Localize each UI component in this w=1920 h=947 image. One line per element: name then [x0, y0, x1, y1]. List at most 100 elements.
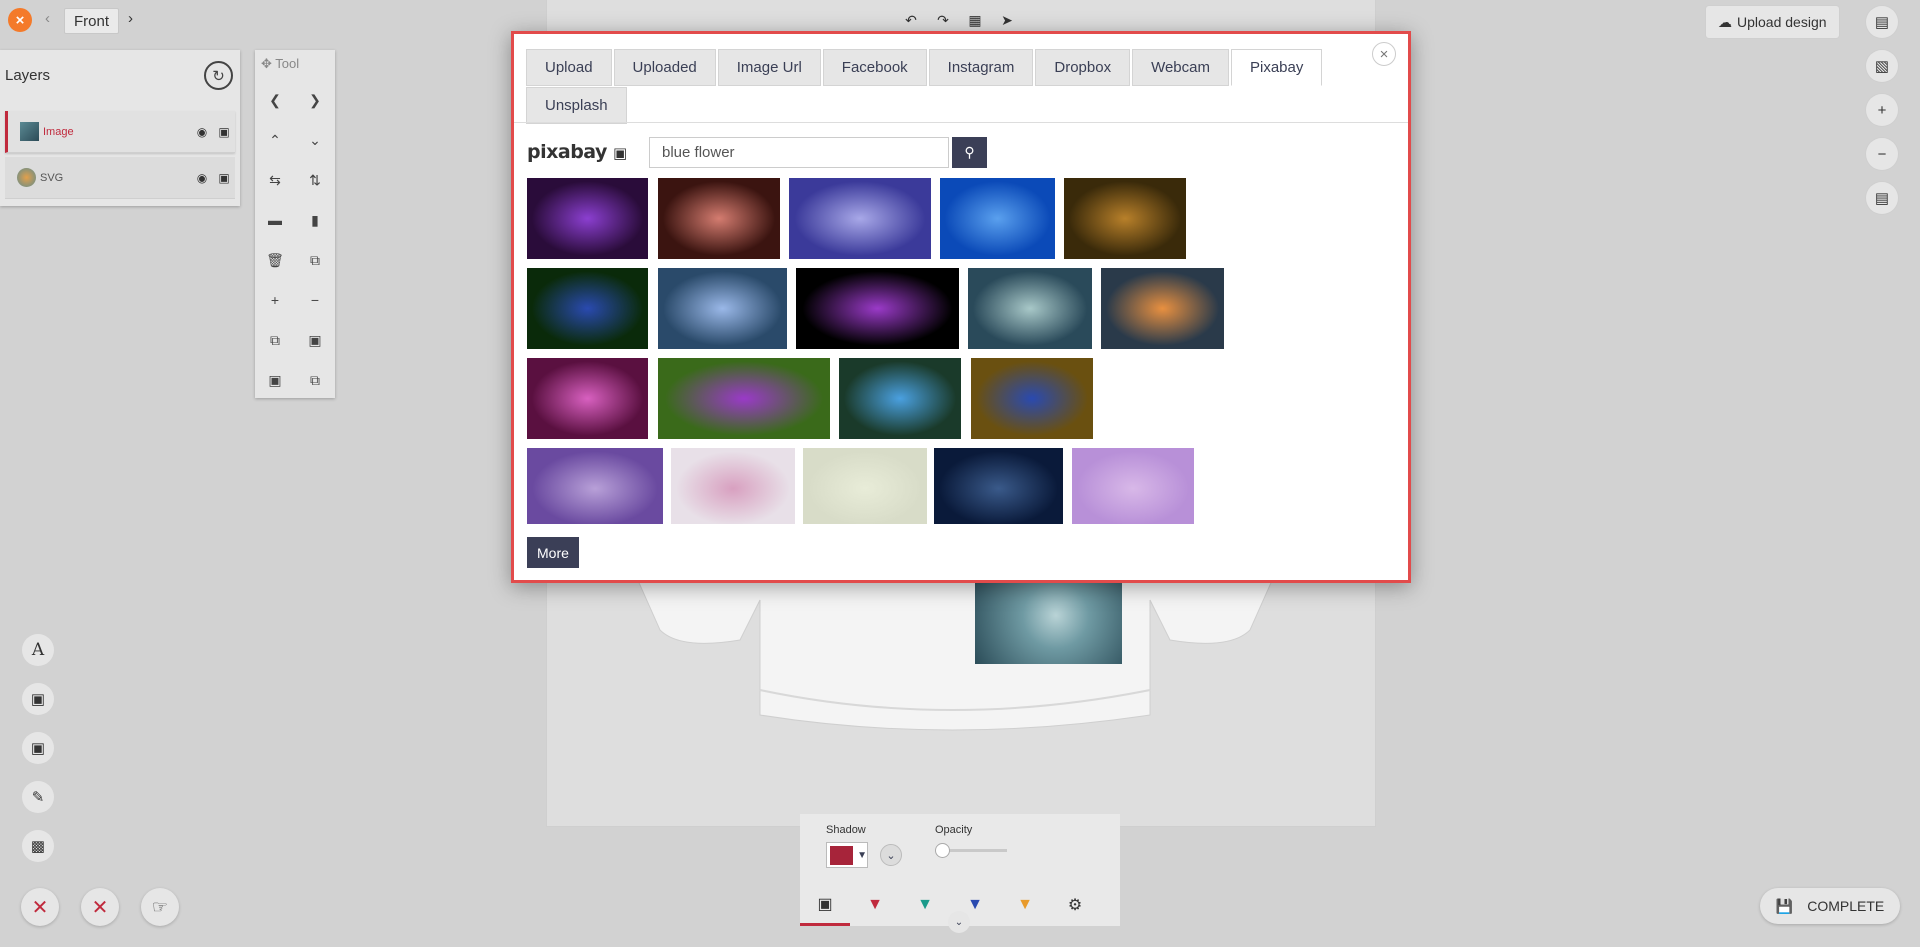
- tool-panel: ✥ Tool ❮ ❯ ⌃ ⌄ ⇆ ⇅ ▬ ▮ 🗑 ⧉ + − ⧉ ▣ ▣ ⧉: [255, 50, 335, 398]
- layer-item-svg[interactable]: SVG ◉ ▣: [5, 157, 235, 199]
- filter-red-icon[interactable]: ▼: [850, 884, 900, 926]
- align-center-icon[interactable]: ▬: [255, 200, 295, 240]
- pixabay-result-dark-blue-flower[interactable]: [934, 448, 1063, 524]
- close-icon[interactable]: ×: [1372, 42, 1396, 66]
- delete-icon[interactable]: ✕: [21, 888, 59, 926]
- eye-icon[interactable]: ◉: [191, 171, 213, 185]
- layer-item-image[interactable]: Image ◉ ▣: [5, 111, 235, 153]
- camera-tool-icon[interactable]: ▣: [22, 732, 54, 764]
- pixabay-result-purple-water-lily-black[interactable]: [796, 268, 959, 349]
- image-properties-panel: Shadow ▼ ⌄ Opacity ▣ ▼ ▼ ▼ ▼ ⚙: [800, 814, 1120, 926]
- pixabay-result-blue-cornflowers-bokeh[interactable]: [1064, 178, 1186, 259]
- pixabay-result-lavender-row[interactable]: [527, 448, 663, 524]
- flip-horizontal-icon[interactable]: ⇆: [255, 160, 295, 200]
- tab-unsplash[interactable]: Unsplash: [526, 87, 627, 124]
- save-icon: 💾: [1775, 897, 1794, 914]
- qr-code-icon[interactable]: ▩: [22, 830, 54, 862]
- upload-design-button[interactable]: ☁ Upload design: [1706, 6, 1839, 38]
- duplicate-icon[interactable]: ⧉: [295, 240, 335, 280]
- pixabay-result-blue-forget-me-not-closeup[interactable]: [839, 358, 961, 439]
- bring-front-icon[interactable]: ▣: [295, 320, 335, 360]
- upload-design-label: Upload design: [1737, 14, 1827, 30]
- pixabay-result-pale-bokeh[interactable]: [803, 448, 927, 524]
- image-settings-icon[interactable]: ▣: [800, 884, 850, 926]
- arrow-right-icon[interactable]: ❯: [295, 80, 335, 120]
- send-back-icon[interactable]: ▣: [255, 360, 295, 400]
- side-front-button[interactable]: Front: [64, 8, 120, 34]
- source-tabs: Upload Uploaded Image Url Facebook Insta…: [526, 49, 1346, 125]
- pixabay-result-red-white-tulips-blue-sky[interactable]: [940, 178, 1055, 259]
- arrow-left-icon[interactable]: ❮: [255, 80, 295, 120]
- pixabay-result-bluebell-golden-light[interactable]: [971, 358, 1093, 439]
- layer-thumbnail: [17, 168, 36, 187]
- collapse-chevron-icon[interactable]: ⌄: [948, 911, 970, 933]
- bring-forward-icon[interactable]: ⧉: [255, 320, 295, 360]
- tab-instagram[interactable]: Instagram: [928, 49, 1034, 86]
- book-icon[interactable]: ▤: [1866, 6, 1898, 38]
- trash-icon[interactable]: 🗑: [255, 240, 295, 280]
- zoom-in-icon[interactable]: +: [255, 280, 295, 320]
- search-button[interactable]: ⚲: [952, 137, 987, 168]
- pixabay-result-bee-on-forget-me-nots[interactable]: [658, 268, 787, 349]
- tab-uploaded[interactable]: Uploaded: [613, 49, 716, 86]
- image-source-modal: × Upload Uploaded Image Url Facebook Ins…: [511, 31, 1411, 583]
- tab-facebook[interactable]: Facebook: [822, 49, 927, 86]
- tab-webcam[interactable]: Webcam: [1132, 49, 1229, 86]
- arrow-down-icon[interactable]: ⌄: [295, 120, 335, 160]
- placed-image[interactable]: [975, 583, 1122, 664]
- pixabay-result-purple-lotus-green[interactable]: [658, 358, 830, 439]
- layers-title: Layers: [5, 67, 51, 84]
- opacity-label: Opacity: [935, 824, 973, 836]
- pixabay-result-white-daffodil-teal[interactable]: [968, 268, 1092, 349]
- refresh-icon[interactable]: ↻: [204, 61, 233, 90]
- pixabay-result-white-blossoms[interactable]: [671, 448, 795, 524]
- move-icon: ✥: [261, 56, 272, 71]
- text-tool-icon[interactable]: A: [22, 634, 54, 666]
- tabs-divider: [514, 122, 1408, 123]
- eye-icon[interactable]: ◉: [191, 125, 213, 139]
- flip-vertical-icon[interactable]: ⇅: [295, 160, 335, 200]
- brush-tool-icon[interactable]: ✎: [22, 781, 54, 813]
- filter-green-icon[interactable]: ▼: [900, 884, 950, 926]
- translate-icon[interactable]: ▧: [1866, 50, 1898, 82]
- clear-icon[interactable]: ✕: [81, 888, 119, 926]
- filter-orange-icon[interactable]: ▼: [1000, 884, 1050, 926]
- zoom-in-icon[interactable]: +: [1866, 94, 1898, 126]
- search-input[interactable]: [649, 137, 949, 168]
- pixabay-logo: pixabay ▣: [527, 141, 627, 163]
- send-backward-icon[interactable]: ⧉: [295, 360, 335, 400]
- layers-panel: Layers ↻ Image ◉ ▣ SVG ◉ ▣: [0, 50, 240, 206]
- lock-icon[interactable]: ▣: [213, 125, 235, 139]
- image-results-grid: [527, 178, 1397, 524]
- lock-icon[interactable]: ▣: [213, 171, 235, 185]
- prev-side-icon[interactable]: ‹: [45, 10, 50, 27]
- close-editor-icon[interactable]: ×: [8, 8, 32, 32]
- gear-icon[interactable]: ⚙: [1050, 884, 1100, 926]
- image-tool-icon[interactable]: ▣: [22, 683, 54, 715]
- shadow-color-picker[interactable]: ▼: [826, 842, 868, 868]
- pixabay-result-woman-with-flowers[interactable]: [658, 178, 780, 259]
- pixabay-result-butterfly-on-purple-petal[interactable]: [789, 178, 931, 259]
- layer-name: Image: [43, 125, 74, 138]
- pixabay-result-forget-me-nots-field[interactable]: [527, 268, 648, 349]
- complete-label: COMPLETE: [1807, 898, 1885, 914]
- tab-image-url[interactable]: Image Url: [717, 49, 821, 86]
- pixabay-result-pink-phlox-flowers[interactable]: [527, 358, 648, 439]
- pixabay-result-purple-geranium-flowers[interactable]: [527, 178, 648, 259]
- complete-button[interactable]: 💾 COMPLETE: [1760, 888, 1900, 924]
- zoom-out-icon[interactable]: −: [1866, 138, 1898, 170]
- pixabay-result-lilac-field[interactable]: [1072, 448, 1194, 524]
- more-button[interactable]: More: [527, 537, 579, 568]
- tab-dropbox[interactable]: Dropbox: [1035, 49, 1131, 86]
- tab-pixabay[interactable]: Pixabay: [1231, 49, 1323, 86]
- align-middle-icon[interactable]: ▮: [295, 200, 335, 240]
- opacity-slider-handle[interactable]: [935, 843, 950, 858]
- zoom-out-icon[interactable]: −: [295, 280, 335, 320]
- next-side-icon[interactable]: ›: [128, 10, 133, 27]
- hand-icon[interactable]: ☞: [141, 888, 179, 926]
- chevron-down-icon[interactable]: ⌄: [880, 844, 902, 866]
- card-icon[interactable]: ▤: [1866, 182, 1898, 214]
- arrow-up-icon[interactable]: ⌃: [255, 120, 295, 160]
- pixabay-result-blue-flowers-sunset[interactable]: [1101, 268, 1224, 349]
- tab-upload[interactable]: Upload: [526, 49, 612, 86]
